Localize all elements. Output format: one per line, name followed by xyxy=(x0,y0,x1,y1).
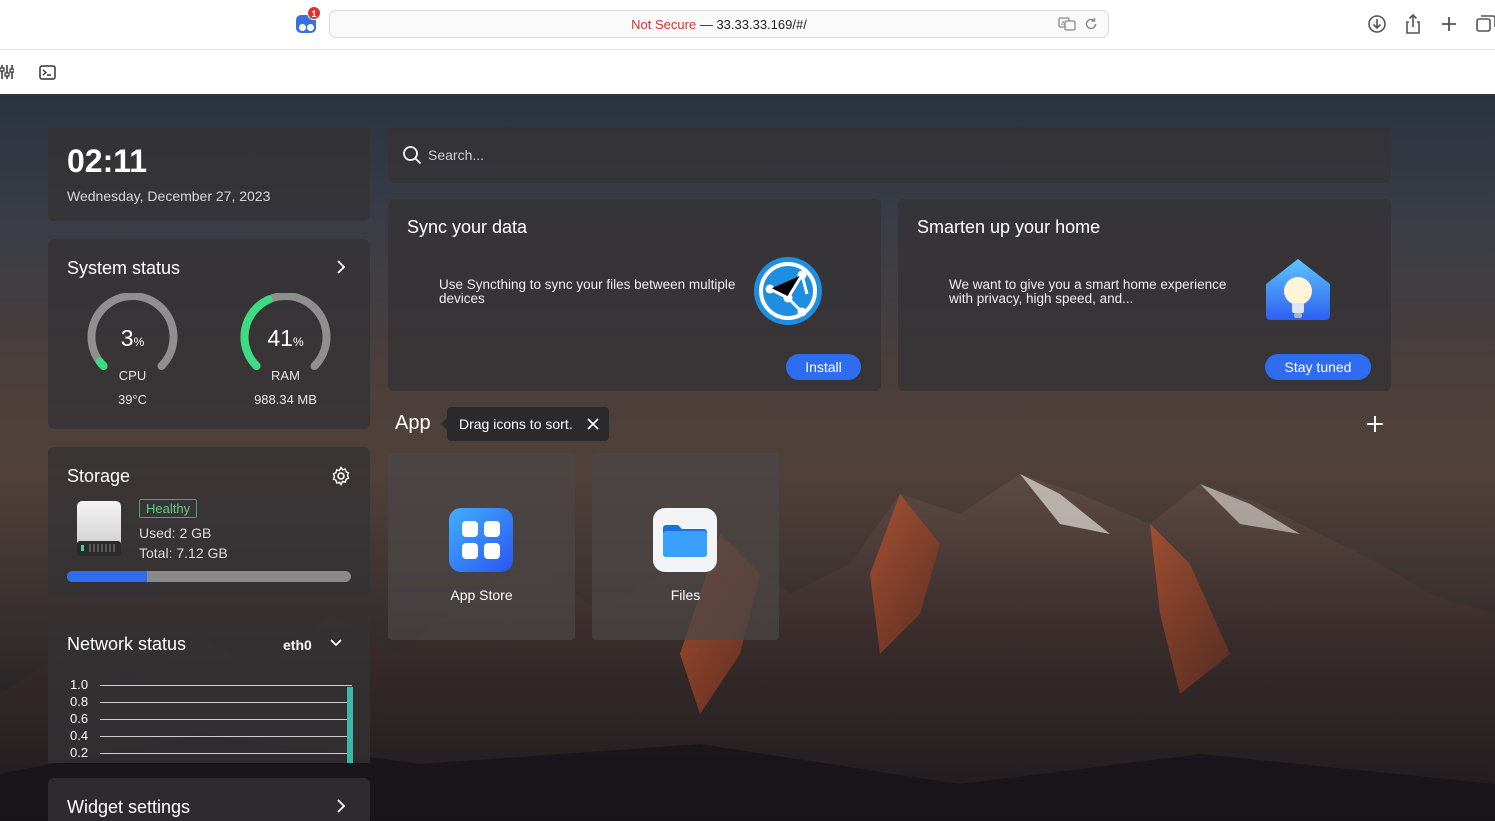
clock-date: Wednesday, December 27, 2023 xyxy=(67,188,271,204)
network-status-widget: Network status eth0 1.0 0.8 0.6 0.4 0.2 xyxy=(48,615,370,763)
ram-used: 988.34 MB xyxy=(254,392,317,407)
promo-card-smart-home: Smarten up your home We want to give you… xyxy=(898,199,1391,391)
interface-select[interactable]: eth0 xyxy=(283,637,312,653)
storage-total: Total: 7.12 GB xyxy=(139,545,228,561)
add-app-icon[interactable] xyxy=(1365,414,1385,434)
url-text: 33.33.33.169/#/ xyxy=(716,17,807,32)
network-y-tick-label: 0.4 xyxy=(70,728,89,743)
network-y-tick-label: 0.6 xyxy=(70,711,89,726)
storage-progress-fill xyxy=(67,571,147,582)
reload-icon[interactable] xyxy=(1084,16,1098,32)
search-bar[interactable] xyxy=(388,127,1391,183)
promo-description: We want to give you a smart home experie… xyxy=(949,277,1227,306)
clock-time: 02:11 xyxy=(67,143,148,179)
promo-card-sync: Sync your data Use Syncthing to sync you… xyxy=(388,199,881,391)
widget-settings-title: Widget settings xyxy=(67,797,191,817)
status-badge: Healthy xyxy=(139,499,198,518)
chevron-right-icon[interactable] xyxy=(334,259,348,275)
widget-settings-card[interactable]: Widget settings xyxy=(48,778,370,821)
app-name: App Store xyxy=(450,587,513,603)
tooltip-text: Drag icons to sort. xyxy=(459,416,573,432)
url-separator: — xyxy=(696,17,717,32)
syncthing-icon xyxy=(754,257,822,325)
app-tile-app-store[interactable]: App Store xyxy=(388,453,575,640)
tabs-overview-icon[interactable] xyxy=(1475,13,1495,35)
ram-value: 41% xyxy=(267,325,304,351)
app-name: Files xyxy=(670,587,701,603)
promo-title: Smarten up your home xyxy=(917,217,1101,237)
search-icon xyxy=(403,146,422,165)
gear-icon[interactable] xyxy=(331,466,351,486)
stay-tuned-button[interactable]: Stay tuned xyxy=(1265,354,1371,380)
promo-description: Use Syncthing to sync your files between… xyxy=(439,277,736,306)
desktop: 02:11 Wednesday, December 27, 2023 Syste… xyxy=(0,94,1495,821)
clock-widget: 02:11 Wednesday, December 27, 2023 xyxy=(48,127,370,221)
search-input[interactable] xyxy=(428,127,1328,183)
network-y-tick-label: 0.2 xyxy=(70,745,89,760)
not-secure-label: Not Secure xyxy=(631,17,697,32)
network-gridline xyxy=(100,719,352,720)
storage-title: Storage xyxy=(67,466,131,486)
network-gridline xyxy=(100,685,352,686)
system-status-widget[interactable]: System status 3% CPU 39°C 41% RAM 988.34… xyxy=(48,239,370,429)
cpu-label: CPU xyxy=(118,368,147,383)
extension-badge: 1 xyxy=(307,6,321,20)
app-section-title: App xyxy=(395,412,431,434)
ram-label: RAM xyxy=(271,368,300,383)
promo-title: Sync your data xyxy=(407,217,528,237)
network-traffic-bar xyxy=(347,687,353,763)
sliders-icon[interactable] xyxy=(0,64,14,80)
cpu-value: 3% xyxy=(120,325,145,351)
network-status-title: Network status xyxy=(67,634,187,654)
network-gridline xyxy=(100,736,352,737)
chevron-right-icon[interactable] xyxy=(334,798,348,814)
network-y-tick-label: 1.0 xyxy=(70,677,89,692)
network-y-tick-label: 0.8 xyxy=(70,694,89,709)
folder-icon xyxy=(653,508,717,572)
disk-icon xyxy=(77,501,121,556)
translate-icon[interactable]: A xyxy=(1058,16,1076,32)
chevron-down-icon[interactable] xyxy=(329,636,343,650)
smart-home-bulb-icon xyxy=(1266,259,1330,320)
app-store-icon xyxy=(449,508,513,572)
network-gridline xyxy=(100,753,352,754)
download-icon[interactable] xyxy=(1366,13,1388,35)
network-gridline xyxy=(100,702,352,703)
app-tile-files[interactable]: Files xyxy=(592,453,779,640)
share-icon[interactable] xyxy=(1402,13,1424,35)
cpu-temperature: 39°C xyxy=(117,392,148,407)
install-button[interactable]: Install xyxy=(786,354,861,380)
system-status-title: System status xyxy=(67,258,181,278)
address-bar[interactable]: Not Secure — 33.33.33.169/#/ A xyxy=(329,10,1109,38)
close-icon[interactable] xyxy=(585,416,601,432)
new-tab-icon[interactable] xyxy=(1438,13,1460,35)
storage-progress-bar xyxy=(67,571,351,582)
storage-widget[interactable]: Storage Healthy Used: 2 GB Total: 7.12 G… xyxy=(48,447,370,597)
app-toolbar xyxy=(0,51,1495,94)
browser-toolbar: 1 Not Secure — 33.33.33.169/#/ A xyxy=(0,0,1495,50)
extension-icon[interactable]: 1 xyxy=(296,6,321,34)
storage-used: Used: 2 GB xyxy=(139,525,212,541)
drag-sort-tooltip: Drag icons to sort. xyxy=(441,407,609,441)
terminal-icon[interactable] xyxy=(39,65,56,80)
